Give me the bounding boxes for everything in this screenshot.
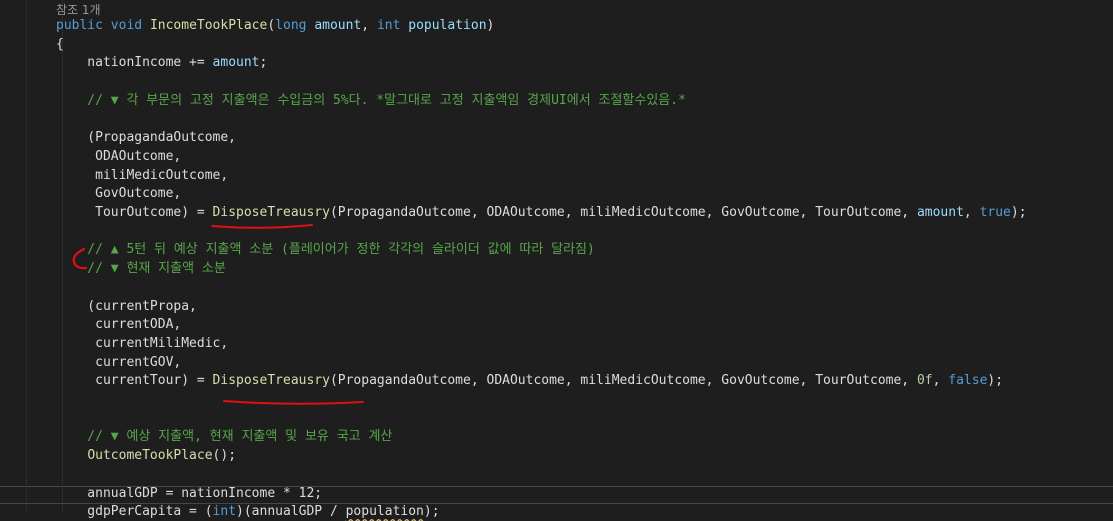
code-token: GovOutcome, xyxy=(56,186,182,202)
code-token: (PropagandaOutcome, xyxy=(56,130,237,146)
code-token: miliMedicOutcome, xyxy=(56,167,229,183)
code-line[interactable]: (PropagandaOutcome, xyxy=(56,129,236,147)
current-line-highlight xyxy=(0,486,1113,504)
code-token: void xyxy=(110,18,143,33)
code-line[interactable]: { xyxy=(56,36,64,54)
code-line[interactable]: // ▼ 각 부문의 고정 지출액은 수입금의 5%다. *말그대로 고정 지출… xyxy=(56,92,686,110)
code-token: nationIncome += xyxy=(56,55,213,71)
code-token: (); xyxy=(212,448,237,464)
code-line[interactable]: (currentPropa, xyxy=(56,298,197,316)
code-token: // ▲ 5턴 뒤 예상 지출액 소분 (플레이어가 정한 각각의 슬라이더 값… xyxy=(56,242,595,258)
code-token: population xyxy=(408,18,487,33)
code-token: true xyxy=(979,205,1011,220)
code-token: amount xyxy=(212,55,260,71)
code-token: ); xyxy=(987,373,1004,389)
code-token: amount xyxy=(916,205,964,220)
code-token: , xyxy=(361,18,377,33)
code-token: ; xyxy=(259,55,268,71)
code-token: ODAOutcome, xyxy=(56,148,182,164)
code-token: // ▼ 각 부문의 고정 지출액은 수입금의 5%다. *말그대로 고정 지출… xyxy=(56,92,686,108)
code-token: DisposeTreausry xyxy=(212,373,330,389)
code-token: int xyxy=(376,18,401,33)
code-token: currentTour) = xyxy=(56,373,213,389)
code-line[interactable]: gdpPerCapita = (int)(annualGDP / populat… xyxy=(56,503,440,521)
code-token: TourOutcome) = xyxy=(56,205,213,220)
code-token: , xyxy=(963,205,980,220)
code-token: int xyxy=(212,504,237,520)
code-token: population xyxy=(345,504,424,520)
code-line[interactable]: GovOutcome, xyxy=(56,185,181,203)
code-token: public xyxy=(56,18,103,33)
code-token: (PropagandaOutcome, ODAOutcome, miliMedi… xyxy=(329,373,917,389)
code-token: currentMiliMedic, xyxy=(56,335,229,351)
code-token: (PropagandaOutcome, ODAOutcome, miliMedi… xyxy=(329,205,917,220)
code-token: long xyxy=(275,18,307,33)
code-token: gdpPerCapita = ( xyxy=(56,504,213,520)
code-token: ); xyxy=(1010,205,1027,220)
code-line[interactable]: currentMiliMedic, xyxy=(56,335,228,353)
code-token: 0f xyxy=(916,373,933,389)
code-token: currentGOV, xyxy=(56,354,182,370)
code-line[interactable]: public void IncomeTookPlace(long amount,… xyxy=(56,17,494,35)
code-token: IncomeTookPlace xyxy=(149,18,268,33)
code-token: // ▼ 예상 지출액, 현재 지출액 및 보유 국고 계산 xyxy=(56,429,393,445)
code-token: // ▼ 현재 지출액 소분 xyxy=(56,261,226,277)
code-token: (currentPropa, xyxy=(56,298,197,314)
code-token: )(annualGDP / xyxy=(236,504,346,520)
code-token: amount xyxy=(314,18,362,33)
code-token: false xyxy=(948,373,988,389)
indent-guide xyxy=(26,0,27,511)
code-token: currentODA, xyxy=(56,317,182,333)
code-line[interactable]: currentTour) = DisposeTreausry(Propagand… xyxy=(56,372,1003,390)
red-underline-annotation xyxy=(223,400,364,405)
red-underline-annotation xyxy=(211,224,313,229)
code-line[interactable]: miliMedicOutcome, xyxy=(56,167,228,185)
code-line[interactable]: ODAOutcome, xyxy=(56,148,181,166)
code-line[interactable]: TourOutcome) = DisposeTreausry(Propagand… xyxy=(56,204,1027,222)
code-line[interactable]: currentODA, xyxy=(56,316,181,334)
code-token: DisposeTreausry xyxy=(212,205,330,220)
code-token: ( xyxy=(267,18,276,33)
code-editor[interactable]: 참조 1개 public void IncomeTookPlace(long a… xyxy=(0,0,1113,519)
code-token: OutcomeTookPlace xyxy=(87,448,213,464)
code-line[interactable]: // ▲ 5턴 뒤 예상 지출액 소분 (플레이어가 정한 각각의 슬라이더 값… xyxy=(56,241,595,259)
code-line[interactable]: // ▼ 현재 지출액 소분 xyxy=(56,260,226,278)
code-line[interactable]: currentGOV, xyxy=(56,354,181,372)
code-line[interactable]: nationIncome += amount; xyxy=(56,54,267,72)
code-token: ) xyxy=(486,18,495,33)
code-token: { xyxy=(56,36,64,52)
code-line[interactable]: OutcomeTookPlace(); xyxy=(56,447,236,465)
code-token: ); xyxy=(423,504,440,520)
code-token: , xyxy=(932,373,949,389)
code-line[interactable]: // ▼ 예상 지출액, 현재 지출액 및 보유 국고 계산 xyxy=(56,428,392,446)
